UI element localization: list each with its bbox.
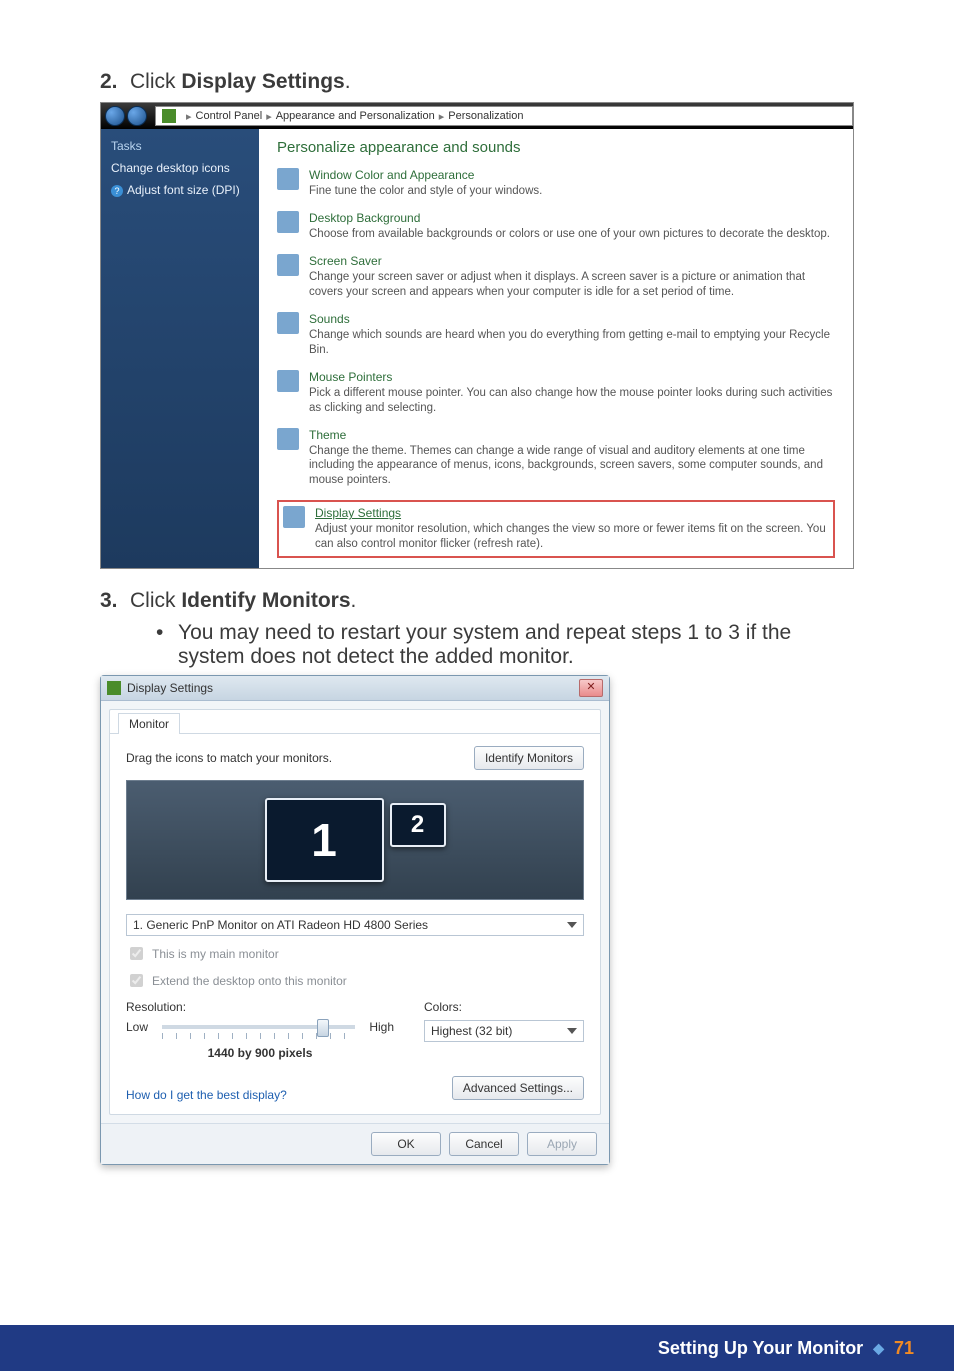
cp-item-sounds: Sounds Change which sounds are heard whe… [277,312,835,358]
desktop-background-icon [277,211,299,233]
bullet-text: You may need to restart your system and … [178,621,854,669]
cp-main: Personalize appearance and sounds Window… [259,129,853,568]
resolution-slider[interactable] [162,1025,355,1029]
ds-titlebar: Display Settings ✕ [101,676,609,701]
cp-item-window-color: Window Color and Appearance Fine tune th… [277,168,835,199]
desc-mouse-pointers: Pick a different mouse pointer. You can … [309,386,835,416]
step-3-number: 3. [100,589,130,613]
step-3-bullet: • You may need to restart your system an… [156,621,854,669]
close-button[interactable]: ✕ [579,679,603,697]
resolution-label: Resolution: [126,1000,394,1014]
colors-select-value: Highest (32 bit) [431,1024,512,1038]
sidebar-title: Tasks [111,139,249,153]
link-sounds[interactable]: Sounds [309,312,350,326]
identify-monitors-button[interactable]: Identify Monitors [474,746,584,770]
step-3: 3. Click Identify Monitors. [100,589,854,613]
advanced-settings-button[interactable]: Advanced Settings... [452,1076,584,1100]
step-2-text: Click Display Settings. [130,70,351,94]
checkbox-extend-desktop-label: Extend the desktop onto this monitor [152,974,347,988]
checkbox-main-monitor[interactable]: This is my main monitor [126,944,584,963]
cp-titlebar: ▸ Control Panel ▸ Appearance and Persona… [101,103,853,129]
step-2-bold: Display Settings [181,70,344,93]
link-display-settings[interactable]: Display Settings [315,506,401,520]
ds-footer: OK Cancel Apply [101,1123,609,1164]
display-settings-window: Display Settings ✕ Monitor Drag the icon… [100,675,610,1165]
theme-icon [277,428,299,450]
cp-item-mouse-pointers: Mouse Pointers Pick a different mouse po… [277,370,835,416]
cancel-button[interactable]: Cancel [449,1132,519,1156]
apply-button[interactable]: Apply [527,1132,597,1156]
step-3-prefix: Click [130,589,181,612]
link-window-color[interactable]: Window Color and Appearance [309,168,474,182]
diamond-icon: ◆ [873,1340,884,1357]
desc-desktop-background: Choose from available backgrounds or col… [309,227,835,242]
sounds-icon [277,312,299,334]
monitor-1-icon[interactable]: 1 [265,798,384,882]
help-link-best-display[interactable]: How do I get the best display? [126,1088,287,1102]
mouse-pointers-icon [277,370,299,392]
window-color-icon [277,168,299,190]
desc-window-color: Fine tune the color and style of your wi… [309,184,835,199]
ds-window-icon [107,681,121,695]
sidebar-link-desktop-icons[interactable]: Change desktop icons [111,161,249,175]
cp-item-display-settings: Display Settings Adjust your monitor res… [277,500,835,558]
step-2-number: 2. [100,70,130,94]
link-desktop-background[interactable]: Desktop Background [309,211,420,225]
cp-heading: Personalize appearance and sounds [277,139,835,156]
sidebar-link-font-size[interactable]: Adjust font size (DPI) [111,183,249,197]
cp-item-desktop-background: Desktop Background Choose from available… [277,211,835,242]
slider-low-label: Low [126,1020,148,1034]
colors-label: Colors: [424,1000,584,1014]
slider-high-label: High [369,1020,394,1034]
control-panel-window: ▸ Control Panel ▸ Appearance and Persona… [100,102,854,569]
link-screen-saver[interactable]: Screen Saver [309,254,382,268]
screen-saver-icon [277,254,299,276]
page-number: 71 [894,1338,914,1359]
display-settings-icon [283,506,305,528]
control-panel-icon [162,109,176,123]
bullet-icon: • [156,621,178,669]
step-3-text: Click Identify Monitors. [130,589,356,613]
tab-monitor[interactable]: Monitor [118,713,180,734]
desc-display-settings: Adjust your monitor resolution, which ch… [315,522,829,552]
cp-item-screen-saver: Screen Saver Change your screen saver or… [277,254,835,300]
monitor-select[interactable]: 1. Generic PnP Monitor on ATI Radeon HD … [126,914,584,936]
breadcrumb[interactable]: ▸ Control Panel ▸ Appearance and Persona… [155,106,853,126]
link-theme[interactable]: Theme [309,428,346,442]
monitor-select-value: 1. Generic PnP Monitor on ATI Radeon HD … [133,918,428,932]
drag-label: Drag the icons to match your monitors. [126,751,332,765]
forward-button[interactable] [127,106,147,126]
step-2-prefix: Click [130,70,181,93]
breadcrumb-personalization[interactable]: Personalization [448,110,523,122]
monitor-2-icon[interactable]: 2 [390,803,446,847]
chevron-down-icon [567,922,577,928]
monitor-arrangement-area[interactable]: 1 2 [126,780,584,900]
colors-select[interactable]: Highest (32 bit) [424,1020,584,1042]
ok-button[interactable]: OK [371,1132,441,1156]
desc-theme: Change the theme. Themes can change a wi… [309,444,835,489]
page-footer: Setting Up Your Monitor ◆ 71 [0,1325,954,1371]
breadcrumb-control-panel[interactable]: Control Panel [196,110,263,122]
slider-thumb[interactable] [317,1019,329,1037]
desc-sounds: Change which sounds are heard when you d… [309,328,835,358]
checkbox-main-monitor-label: This is my main monitor [152,947,279,961]
back-button[interactable] [105,106,125,126]
cp-sidebar: Tasks Change desktop icons Adjust font s… [101,129,259,568]
step-3-bold: Identify Monitors [181,589,350,612]
step-2: 2. Click Display Settings. [100,70,854,94]
resolution-value: 1440 by 900 pixels [126,1046,394,1060]
checkbox-extend-desktop-input[interactable] [130,974,143,987]
breadcrumb-appearance[interactable]: Appearance and Personalization [276,110,435,122]
desc-screen-saver: Change your screen saver or adjust when … [309,270,835,300]
step-2-suffix: . [345,70,351,93]
step-3-suffix: . [351,589,357,612]
ds-window-title: Display Settings [127,681,213,695]
link-mouse-pointers[interactable]: Mouse Pointers [309,370,392,384]
checkbox-main-monitor-input[interactable] [130,947,143,960]
checkbox-extend-desktop[interactable]: Extend the desktop onto this monitor [126,971,584,990]
cp-item-theme: Theme Change the theme. Themes can chang… [277,428,835,489]
footer-section-title: Setting Up Your Monitor [658,1338,863,1359]
chevron-down-icon [567,1028,577,1034]
